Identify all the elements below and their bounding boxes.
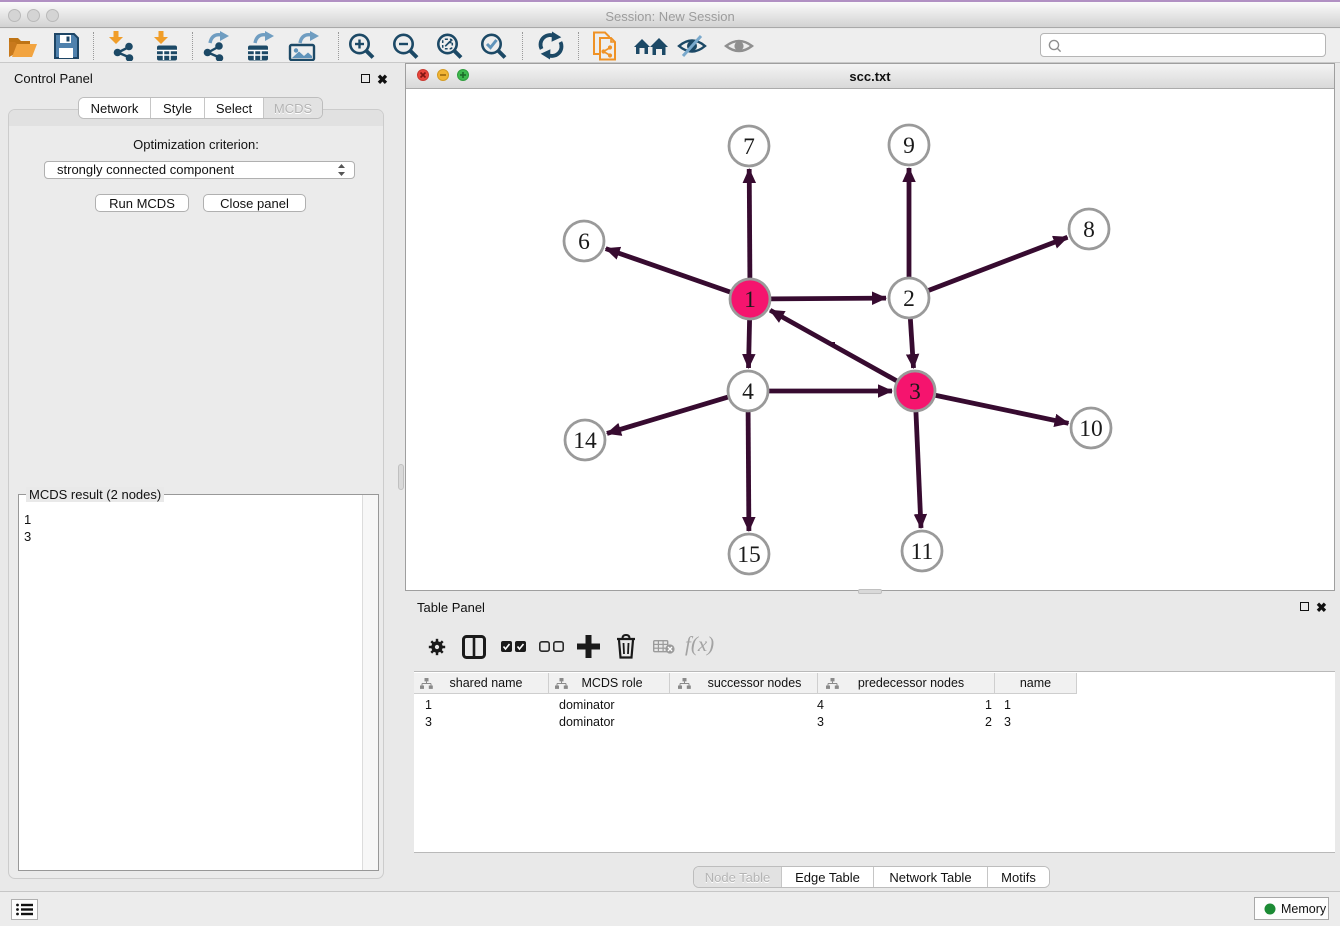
svg-text:15: 15 <box>737 542 761 568</box>
svg-text:9: 9 <box>903 133 915 159</box>
svg-text:4: 4 <box>742 379 754 405</box>
svg-text:14: 14 <box>573 428 597 454</box>
svg-text:10: 10 <box>1079 416 1103 442</box>
svg-text:3: 3 <box>909 379 921 405</box>
svg-text:7: 7 <box>743 134 755 160</box>
svg-text:11: 11 <box>911 539 934 565</box>
svg-text:6: 6 <box>578 229 590 255</box>
svg-text:1: 1 <box>744 287 756 313</box>
svg-text:8: 8 <box>1083 217 1095 243</box>
svg-text:2: 2 <box>903 286 915 312</box>
